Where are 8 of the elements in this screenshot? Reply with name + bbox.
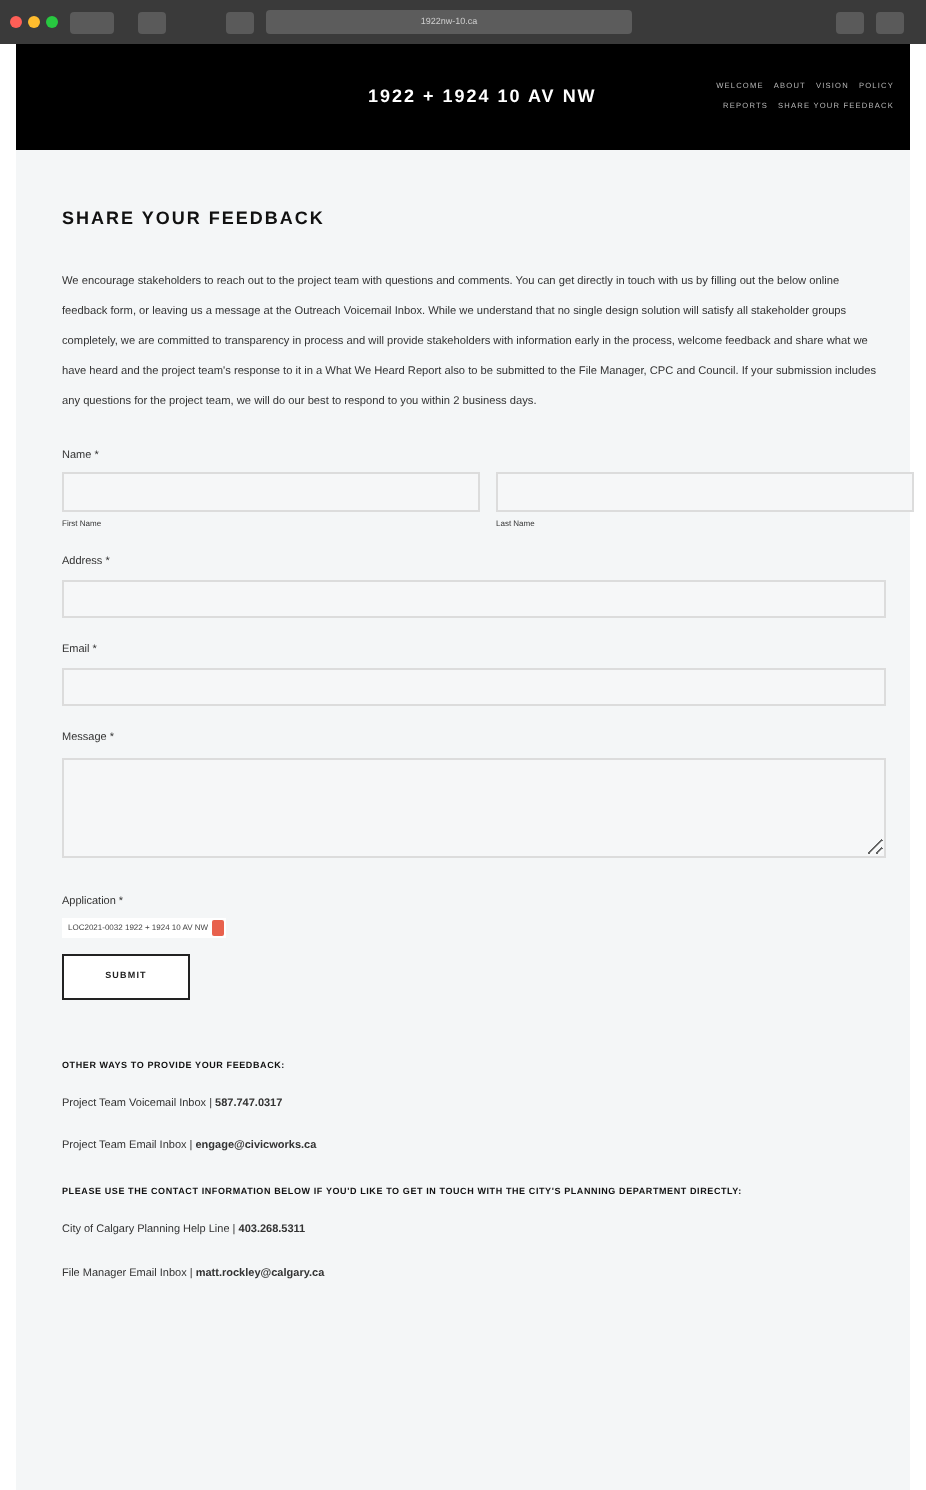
site-title[interactable]: 1922 + 1924 10 AV NW [368, 83, 597, 111]
message-field[interactable] [62, 757, 886, 858]
text-field[interactable] [62, 580, 886, 619]
stepper-icon [212, 919, 225, 936]
first-name-field[interactable] [62, 471, 480, 512]
text-field[interactable] [62, 668, 886, 707]
last-name-field[interactable] [496, 471, 914, 512]
page-heading: SHARE YOUR FEEDBACK [62, 206, 327, 232]
